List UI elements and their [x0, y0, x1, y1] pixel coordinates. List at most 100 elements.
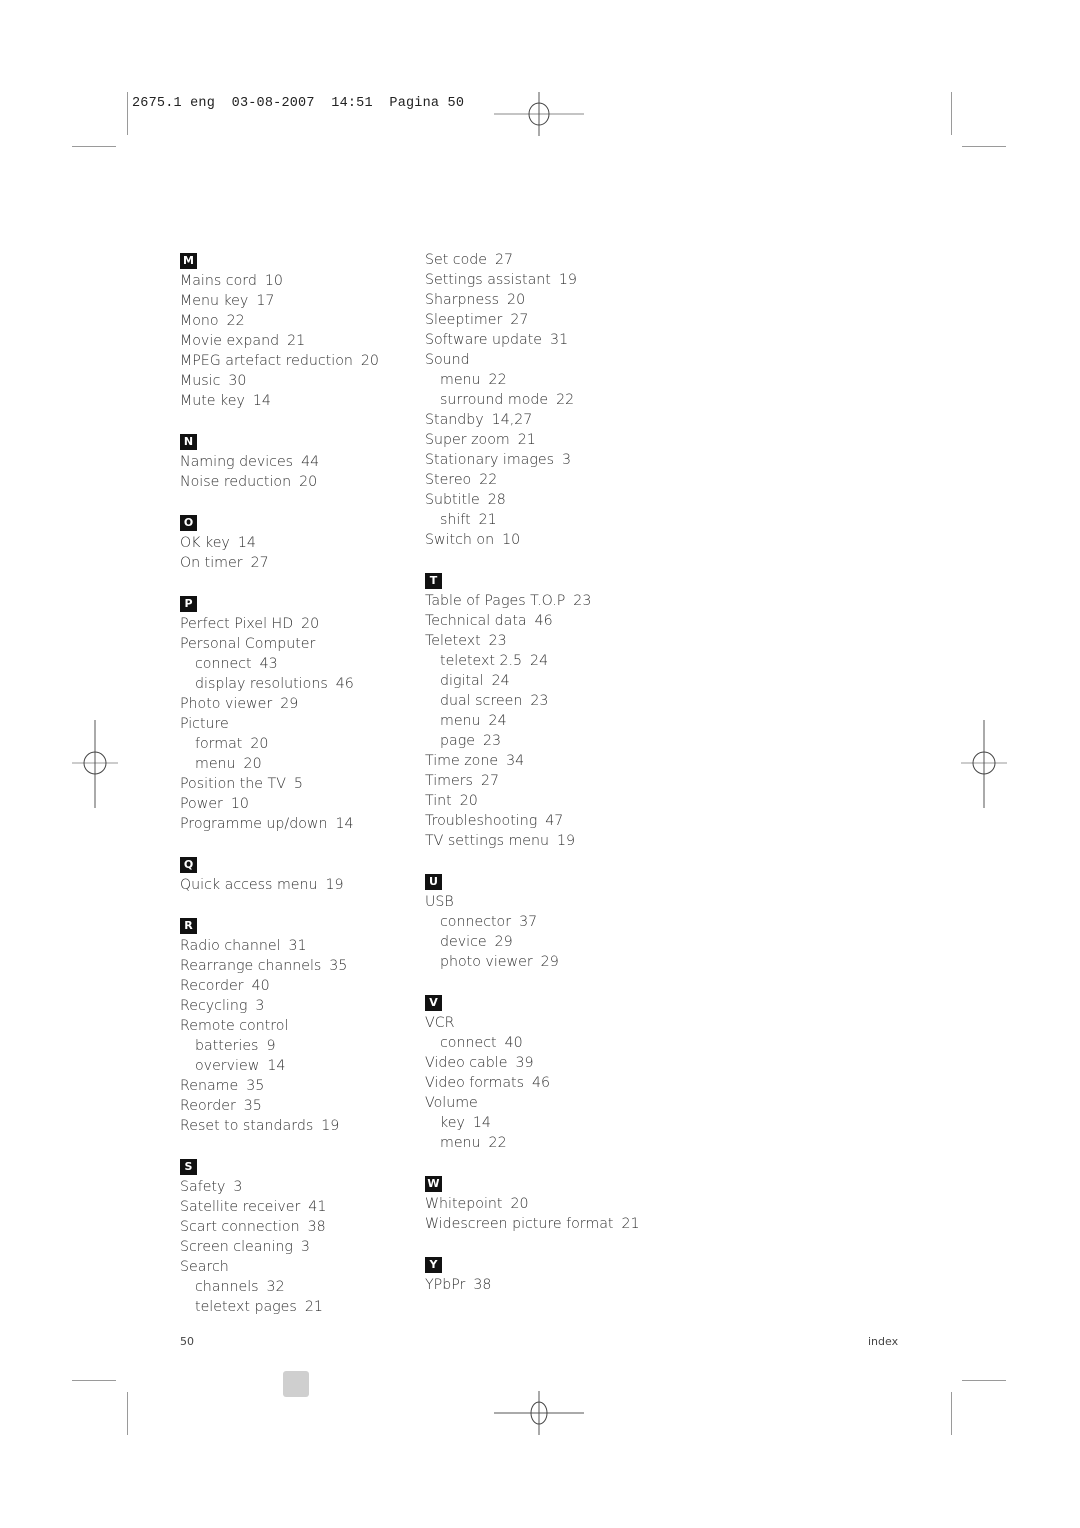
index-entry: Personal Computer — [180, 634, 379, 654]
crop-mark-top-left-h — [72, 146, 116, 147]
entry-term: format — [195, 736, 243, 752]
entry-term: Perfect Pixel HD — [180, 616, 294, 632]
entry-term: Picture — [180, 716, 229, 732]
print-slug: 2675.1 eng 03-08-2007 14:51 Pagina 50 — [132, 96, 464, 111]
entry-term: teletext 2.5 — [440, 653, 523, 669]
entry-page-ref: 10 — [264, 273, 283, 289]
entry-page-ref: 14,27 — [491, 412, 533, 428]
entry-page-ref: 20 — [507, 292, 526, 308]
index-entry: Naming devices 44 — [180, 452, 379, 472]
slug-date: 03-08-2007 — [231, 96, 315, 111]
entry-page-ref: 23 — [573, 593, 592, 609]
entry-page-ref: 37 — [519, 914, 538, 930]
index-entry: Stereo 22 — [425, 470, 640, 490]
index-subentry: device 29 — [425, 932, 640, 952]
index-entry: VCR — [425, 1013, 640, 1033]
section-letter-badge: N — [180, 434, 197, 450]
section-letter-badge: Y — [425, 1257, 442, 1273]
entry-page-ref: 14 — [267, 1058, 286, 1074]
crop-mark-top-right-h — [962, 146, 1006, 147]
index-subentry: format 20 — [180, 734, 379, 754]
crop-mark-bottom-right-h — [962, 1380, 1006, 1381]
entry-page-ref: 22 — [488, 1135, 507, 1151]
entry-term: Satellite receiver — [180, 1199, 301, 1215]
entry-term: batteries — [195, 1038, 259, 1054]
entry-page-ref: 41 — [308, 1199, 327, 1215]
index-section: Set code 27 Settings assistant 19 Sharpness 2… — [425, 250, 640, 550]
entry-page-ref: 22 — [556, 392, 575, 408]
crop-mark-bottom-left-h — [72, 1380, 116, 1381]
entry-term: Power — [180, 796, 223, 812]
entry-page-ref: 20 — [250, 736, 269, 752]
entry-term: Teletext — [425, 633, 481, 649]
entry-term: Table of Pages T.O.P — [425, 593, 566, 609]
section-letter-badge: V — [425, 995, 442, 1011]
entry-page-ref: 22 — [226, 313, 245, 329]
slug-lang: eng — [190, 96, 216, 111]
entry-term: overview — [195, 1058, 260, 1074]
entry-page-ref: 24 — [491, 673, 510, 689]
index-column-left: M Mains cord 10 Menu key 17 Mono 22 Movie expan… — [180, 250, 379, 1337]
entry-page-ref: 44 — [301, 454, 320, 470]
index-entry: Video cable 39 — [425, 1053, 640, 1073]
entry-term: Video cable — [425, 1055, 508, 1071]
index-entry: Troubleshooting 47 — [425, 811, 640, 831]
index-entry: Perfect Pixel HD 20 — [180, 614, 379, 634]
index-entry: Software update 31 — [425, 330, 640, 350]
entry-page-ref: 3 — [255, 998, 265, 1014]
entry-term: connector — [440, 914, 512, 930]
entry-term: VCR — [425, 1015, 455, 1031]
entry-page-ref: 20 — [243, 756, 262, 772]
slug-time: 14:51 — [331, 96, 373, 111]
section-letter-badge: U — [425, 874, 442, 890]
entry-page-ref: 10 — [502, 532, 521, 548]
index-entry: MPEG artefact reduction 20 — [180, 351, 379, 371]
footer-page-number: 50 — [180, 1335, 194, 1348]
entry-term: Rename — [180, 1078, 239, 1094]
entry-term: Personal Computer — [180, 636, 316, 652]
entry-term: YPbPr — [425, 1277, 466, 1293]
index-entry: Position the TV 5 — [180, 774, 379, 794]
index-subentry: page 23 — [425, 731, 640, 751]
index-subentry: connect 43 — [180, 654, 379, 674]
entry-page-ref: 19 — [558, 272, 577, 288]
entry-page-ref: 5 — [293, 776, 303, 792]
section-letter-badge: O — [180, 515, 197, 531]
index-section: M Mains cord 10 Menu key 17 Mono 22 Movie expan… — [180, 250, 379, 411]
entry-page-ref: 17 — [256, 293, 275, 309]
crop-mark-top-left-v — [127, 92, 128, 135]
entry-term: photo viewer — [440, 954, 533, 970]
crop-mark-bottom-right-v — [951, 1392, 952, 1435]
entry-page-ref: 20 — [301, 616, 320, 632]
index-section: V VCR connect 40 Video cable 39 Video formats 4… — [425, 992, 640, 1153]
entry-term: Reset to standards — [180, 1118, 314, 1134]
entry-term: Radio channel — [180, 938, 281, 954]
index-subentry: display resolutions 46 — [180, 674, 379, 694]
entry-page-ref: 47 — [545, 813, 564, 829]
index-entry: Scart connection 38 — [180, 1217, 379, 1237]
index-subentry: menu 20 — [180, 754, 379, 774]
entry-page-ref: 39 — [515, 1055, 534, 1071]
entry-term: Set code — [425, 252, 488, 268]
entry-term: key — [440, 1115, 465, 1131]
index-entry: USB — [425, 892, 640, 912]
entry-page-ref: 21 — [621, 1216, 640, 1232]
entry-term: Mains cord — [180, 273, 257, 289]
entry-page-ref: 3 — [300, 1239, 310, 1255]
index-entry: Mains cord 10 — [180, 271, 379, 291]
entry-page-ref: 23 — [488, 633, 507, 649]
index-entry: Volume — [425, 1093, 640, 1113]
index-entry: Sound — [425, 350, 640, 370]
registration-mark-left-icon — [72, 720, 118, 808]
entry-term: Stationary images — [425, 452, 554, 468]
entry-term: Switch on — [425, 532, 495, 548]
entry-page-ref: 21 — [517, 432, 536, 448]
index-entry: Rename 35 — [180, 1076, 379, 1096]
entry-page-ref: 14 — [335, 816, 354, 832]
grey-thumb-tab — [283, 1371, 309, 1397]
entry-term: Search — [180, 1259, 229, 1275]
entry-page-ref: 21 — [478, 512, 497, 528]
entry-term: Widescreen picture format — [425, 1216, 614, 1232]
index-entry: Tint 20 — [425, 791, 640, 811]
entry-term: Screen cleaning — [180, 1239, 293, 1255]
